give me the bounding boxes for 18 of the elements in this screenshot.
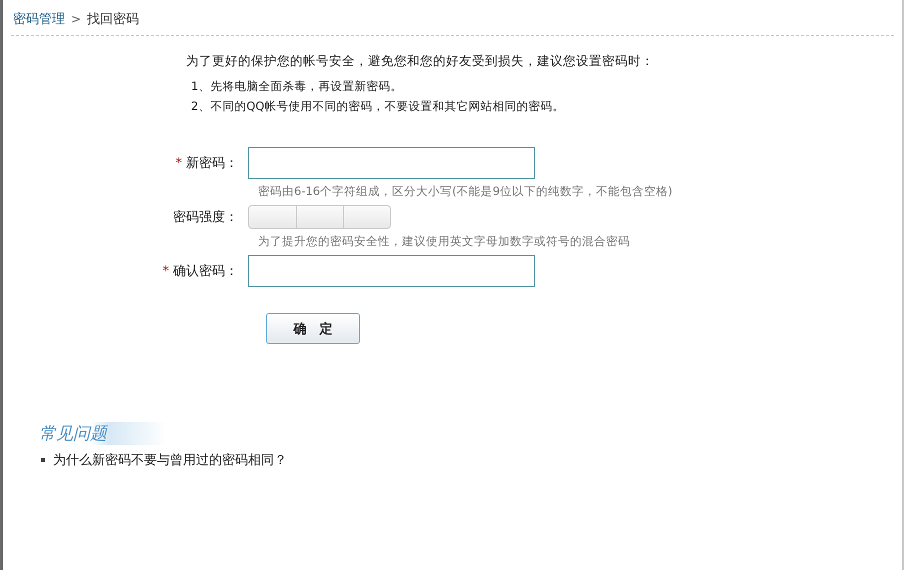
- confirm-button[interactable]: 确 定: [266, 313, 360, 344]
- tip-text: 2、不同的QQ帐号使用不同的密码，不要设置和其它网站相同的密码。: [191, 98, 566, 114]
- hint-text: 密码由6-16个字符组成，区分大小写(不能是9位以下的纯数字，不能包含空格): [257, 183, 674, 200]
- field-label: 新密码：: [186, 156, 238, 171]
- breadcrumb-current: 找回密码: [87, 11, 140, 28]
- required-mark: *: [162, 264, 169, 279]
- bullet-icon: [41, 458, 45, 462]
- breadcrumb-separator: >: [71, 12, 82, 26]
- hint-text: 为了提升您的密码安全性，建议使用英文字母加数字或符号的混合密码: [257, 233, 631, 250]
- required-mark: *: [176, 156, 182, 171]
- field-label: 密码强度：: [173, 210, 238, 225]
- intro-text: 为了更好的保护您的帐号安全，避免您和您的好友受到损失，建议您设置密码时：: [186, 53, 655, 70]
- field-label: 确认密码：: [173, 264, 238, 279]
- tip-text: 1、先将电脑全面杀毒，再设置新密码。: [191, 78, 404, 94]
- password-field[interactable]: [248, 255, 535, 287]
- breadcrumb-link[interactable]: 密码管理: [13, 10, 65, 28]
- faq-link[interactable]: 为什么新密码不要与曾用过的密码相同？: [53, 451, 287, 469]
- password-field[interactable]: [248, 147, 535, 179]
